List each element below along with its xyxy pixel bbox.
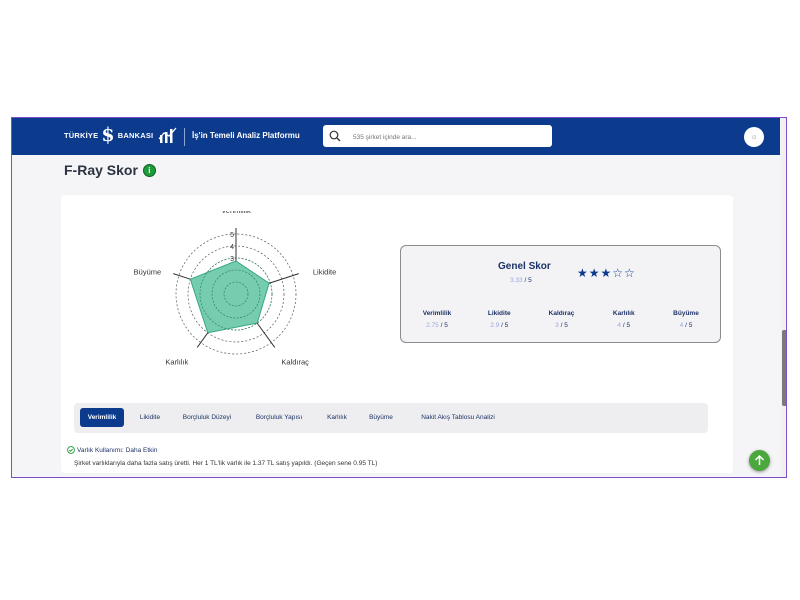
radar-axis-label: Verimlilik bbox=[221, 211, 251, 215]
search-icon bbox=[329, 130, 341, 142]
check-circle-icon bbox=[67, 446, 75, 454]
metric-value: 4 / 5 bbox=[596, 322, 652, 329]
platform-title: İş'in Temeli Analiz Platformu bbox=[192, 131, 300, 140]
metric-max: / 5 bbox=[685, 322, 693, 329]
analysis-tabs: Verimlilik Likidite Borçluluk Düzeyi Borçlu… bbox=[74, 403, 708, 433]
tab-likidite[interactable]: Likidite bbox=[130, 408, 170, 427]
tab-büyüme[interactable]: Büyüme bbox=[361, 408, 401, 427]
logo-symbol: $ bbox=[101, 124, 115, 146]
metric-item: Verimlilik 2.75 / 5 bbox=[409, 310, 465, 329]
radar-tick-label: 4 bbox=[230, 244, 234, 251]
arrow-up-icon bbox=[754, 454, 765, 465]
tab-karlılık[interactable]: Karlılık bbox=[318, 408, 356, 427]
metric-number: 4 bbox=[617, 322, 622, 329]
metric-max: / 5 bbox=[501, 322, 509, 329]
metric-list: Verimlilik 2.75 / 5 Likidite 2.9 / 5 Kaldıra… bbox=[409, 310, 714, 329]
radar-tick-label: 5 bbox=[230, 232, 234, 239]
scroll-to-top-button[interactable] bbox=[749, 450, 770, 471]
platform-logo-icon bbox=[158, 127, 178, 150]
metric-label: Kaldıraç bbox=[548, 310, 575, 317]
overall-score-value: 3.33 / 5 bbox=[510, 277, 532, 284]
metric-value: 3 / 5 bbox=[534, 322, 590, 329]
page-title: F-Ray Skor i bbox=[64, 162, 156, 178]
star-empty-icons: ☆☆ bbox=[612, 266, 636, 280]
metric-number: 2.75 bbox=[426, 322, 439, 329]
metric-item: Kaldıraç 3 / 5 bbox=[534, 310, 590, 329]
metric-label: Büyüme bbox=[673, 310, 699, 317]
detail-description: Şirket varlıklarıyla daha fazla satış ür… bbox=[74, 460, 378, 467]
radar-axis-label: Likidite bbox=[313, 267, 336, 276]
header-divider bbox=[184, 128, 185, 146]
metric-label: Verimlilik bbox=[422, 310, 452, 317]
status-line: Varlık Kullanımı: Daha Etkin bbox=[67, 446, 157, 454]
status-label: Varlık Kullanımı: Daha Etkin bbox=[77, 446, 158, 454]
star-filled-icons: ★★★ bbox=[577, 266, 613, 280]
radar-axis-label: Büyüme bbox=[134, 267, 162, 276]
tab-borçluluk-düzeyi[interactable]: Borçluluk Düzeyi bbox=[175, 408, 239, 427]
metric-item: Büyüme 4 / 5 bbox=[658, 310, 714, 329]
tab-nakit-akış-tablosu-analizi[interactable]: Nakit Akış Tablosu Analizi bbox=[408, 408, 508, 427]
metric-value: 2.9 / 5 bbox=[471, 322, 527, 329]
radar-series-area bbox=[189, 260, 270, 334]
logo-text-left: TÜRKİYE bbox=[64, 130, 99, 140]
metric-number: 4 bbox=[679, 322, 684, 329]
app-window: TÜRKİYE $ BANKASI İş'in Temeli Analiz Pl… bbox=[11, 117, 787, 478]
page-title-text: F-Ray Skor bbox=[64, 162, 138, 178]
bank-logo[interactable]: TÜRKİYE $ BANKASI bbox=[64, 124, 154, 146]
metric-value: 2.75 / 5 bbox=[409, 322, 465, 329]
metric-item: Likidite 2.9 / 5 bbox=[471, 310, 527, 329]
overall-score-panel: Genel Skor 3.33 / 5 ★★★☆☆ Verimlilik 2.75… bbox=[400, 245, 721, 343]
metric-max: / 5 bbox=[622, 322, 631, 329]
radar-tick-label: 3 bbox=[230, 256, 234, 263]
radar-axis-label: Kaldıraç bbox=[281, 358, 309, 367]
radar-chart: Verimlilik Likidite Kaldıraç Karlılık Büyüme… bbox=[134, 211, 337, 367]
tab-verimlilik[interactable]: Verimlilik bbox=[80, 408, 124, 427]
radar-axis-line bbox=[256, 322, 276, 348]
radar-axis-line bbox=[268, 273, 299, 284]
metric-label: Likidite bbox=[487, 310, 511, 317]
radar-axis-line bbox=[173, 273, 191, 280]
score-card: Verimlilik Likidite Kaldıraç Karlılık Büyüme… bbox=[61, 195, 733, 473]
tab-borçluluk-yapısı[interactable]: Borçluluk Yapısı bbox=[247, 408, 311, 427]
metric-max: / 5 bbox=[560, 322, 568, 329]
metric-number: 3 bbox=[555, 322, 559, 329]
metric-number: 2.9 bbox=[490, 322, 500, 329]
scrollbar-thumb[interactable] bbox=[782, 330, 786, 406]
search-input[interactable] bbox=[351, 128, 545, 146]
logo-text-right: BANKASI bbox=[117, 130, 154, 140]
overall-score-max: / 5 bbox=[524, 277, 532, 284]
info-icon[interactable]: i bbox=[142, 163, 156, 177]
metric-label: Karlılık bbox=[612, 310, 635, 317]
star-rating: ★★★☆☆ bbox=[577, 266, 636, 280]
company-search-box[interactable] bbox=[323, 125, 552, 147]
overall-score-number: 3.33 bbox=[510, 277, 523, 284]
top-navigation-bar: TÜRKİYE $ BANKASI İş'in Temeli Analiz Pl… bbox=[12, 118, 780, 155]
metric-value: 4 / 5 bbox=[658, 322, 714, 329]
overall-score-label: Genel Skor bbox=[498, 261, 551, 272]
metric-item: Karlılık 4 / 5 bbox=[596, 310, 652, 329]
sun-icon[interactable]: ☼ bbox=[744, 127, 764, 147]
metric-max: / 5 bbox=[440, 322, 448, 329]
radar-axis-label: Karlılık bbox=[165, 358, 188, 367]
vertical-scrollbar[interactable] bbox=[781, 118, 786, 477]
radar-axis-line bbox=[196, 332, 209, 348]
